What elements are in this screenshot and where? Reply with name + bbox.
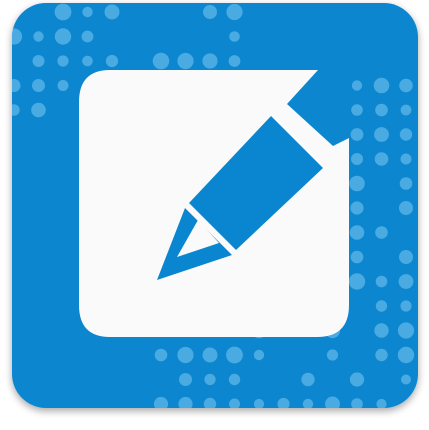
pattern-dot [277,397,290,408]
pattern-dot [54,28,72,45]
edit-note-app-icon[interactable] [0,0,429,430]
pattern-dot [374,323,389,338]
pattern-dot [177,346,194,364]
pattern-dot [349,372,365,387]
pattern-dot [12,79,21,92]
pattern-dot [399,128,413,141]
pattern-dot [253,349,265,361]
pattern-dot [350,201,364,215]
pattern-dot [203,5,217,19]
pattern-dot [375,103,388,117]
pattern-dot [12,104,20,116]
pattern-dot [153,396,169,408]
pattern-dot [399,78,413,93]
pattern-dot [152,52,170,70]
pattern-dot [54,3,72,21]
pattern-dot [373,77,390,94]
pattern-dot [400,104,412,116]
pattern-dot [349,175,365,192]
pattern-dot [104,4,120,20]
pattern-dot [228,55,241,67]
pattern-dot [179,373,192,386]
pattern-dot [348,273,366,290]
pattern-dot [81,30,94,43]
pattern-dot [253,398,265,408]
pattern-dot [375,300,388,312]
pattern-dot [82,6,93,18]
pattern-dot [82,55,93,67]
pattern-dot [374,127,389,142]
pattern-dot [202,53,218,69]
pattern-dot [351,153,363,165]
app-icon-stage [0,0,429,430]
pattern-dot [228,373,241,386]
pattern-dot [226,346,243,364]
pattern-dot [397,322,415,339]
pattern-dot [399,201,413,215]
pattern-dot [399,177,413,190]
pattern-dot [351,398,363,408]
pattern-dot [375,348,388,362]
pattern-dot [57,80,69,91]
pattern-dot [375,275,388,288]
pattern-dot [301,372,315,387]
pattern-dot [350,128,364,141]
pattern-dot [374,152,389,166]
pattern-dot [178,396,193,408]
pattern-dot [325,396,340,408]
pattern-dot [31,102,46,118]
pattern-dot [350,250,364,264]
pattern-dot [400,153,412,165]
pattern-dot [229,31,240,42]
pattern-dot [351,80,363,91]
pattern-dot [177,52,194,70]
pattern-dot [376,398,387,408]
pattern-dot [399,250,413,264]
pattern-dot [302,398,314,408]
pattern-dot [326,349,339,361]
pattern-dot [226,3,243,21]
pattern-dot [349,225,365,240]
pattern-dot [203,397,217,408]
pattern-dot [375,226,388,239]
pattern-dot [32,79,45,92]
pattern-dot [400,300,412,312]
pattern-dot [33,31,44,42]
pattern-dot [204,373,216,386]
pattern-dot [401,374,411,385]
pattern-dot [351,104,363,116]
pattern-dot [105,54,119,68]
pattern-dot [32,55,45,67]
pattern-dot [397,346,415,364]
pattern-dot [12,28,23,45]
pattern-dot [57,55,69,67]
pattern-dot [202,347,218,363]
pattern-dot [398,274,414,289]
pattern-dot [154,348,168,362]
pattern-dot [229,398,240,408]
